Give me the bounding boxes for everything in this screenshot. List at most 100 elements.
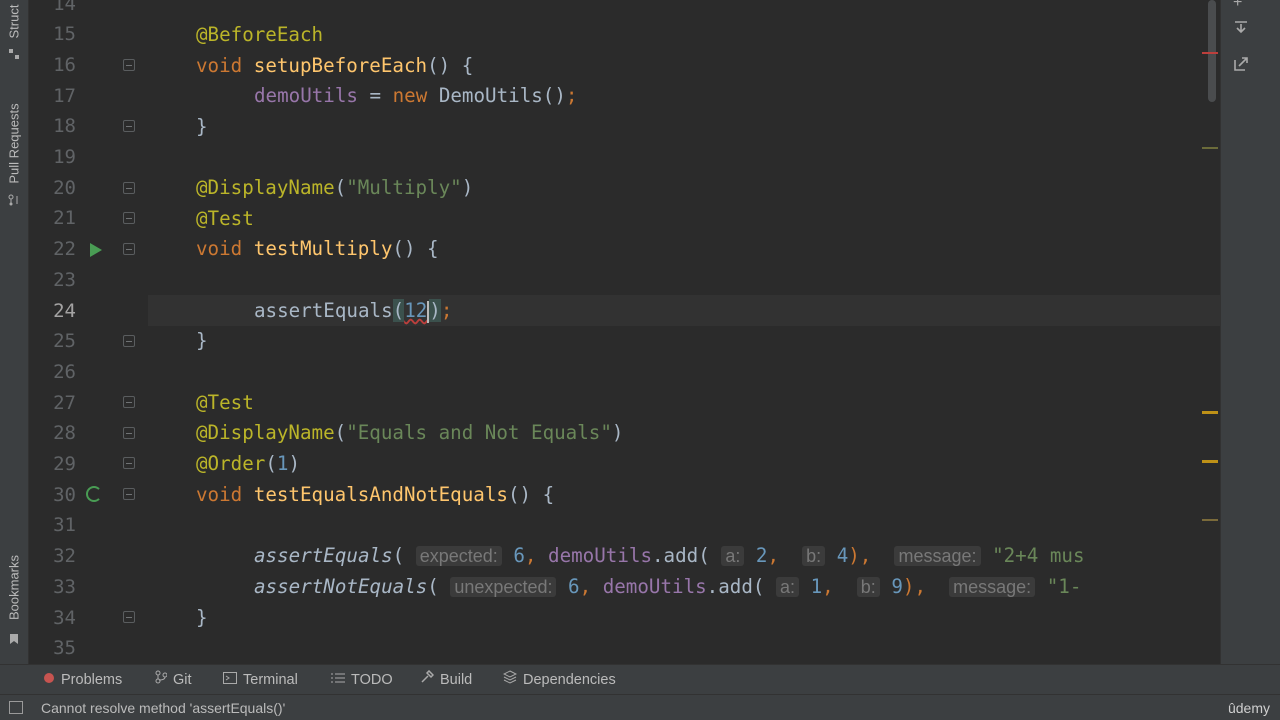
line-number: 22 [53,238,76,261]
param-hint: message: [894,546,981,566]
code-text: = [357,84,393,107]
code-line-29: @Order(1) [196,448,300,479]
fold-icon[interactable] [123,212,135,224]
fold-icon[interactable] [123,59,135,71]
fold-icon[interactable] [123,182,135,194]
toggle-tool-windows-icon[interactable] [9,701,23,714]
line-number: 31 [53,514,76,537]
code-line-24: assertEquals(12); [254,295,452,326]
run-test-icon[interactable] [90,243,102,257]
fold-icon[interactable] [123,396,135,408]
dependencies-icon [502,665,518,695]
warning-marker[interactable] [1202,460,1218,463]
right-tool-strip: + [1220,0,1280,664]
code-text: ( [334,421,347,444]
problems-tab[interactable]: Problems [43,665,122,695]
number: 4 [836,544,849,567]
line-number: 14 [53,0,76,15]
terminal-tab[interactable]: Terminal [223,665,298,695]
semicolon: ; [565,84,578,107]
line-number: 33 [53,575,76,598]
code-line-16: void setupBeforeEach() { [196,50,473,81]
line-number: 35 [53,637,76,660]
run-test-class-icon[interactable] [86,486,102,502]
line-number: 23 [53,268,76,291]
left-tool-strip: Struct Pull Requests Bookmarks [0,0,29,664]
fold-icon[interactable] [123,335,135,347]
line-number: 32 [53,545,76,568]
tool-window-label: TODO [351,672,393,688]
code-editor[interactable]: @BeforeEach void setupBeforeEach() { dem… [148,0,1220,664]
method-name: testMultiply [253,237,393,260]
string: "Equals and Not Equals" [346,421,612,444]
line-number: 25 [53,330,76,353]
tool-window-label: Dependencies [523,672,616,688]
code-line-30: void testEqualsAndNotEquals() { [196,479,554,510]
fold-icon[interactable] [123,611,135,623]
todo-tab[interactable]: TODO [331,665,393,695]
tool-window-label: Git [173,672,192,688]
param-hint: message: [949,577,1036,597]
structure-tab[interactable]: Struct [0,0,29,60]
code-line-15: @BeforeEach [196,19,323,50]
add-icon[interactable]: + [1233,0,1242,12]
warning-marker[interactable] [1202,519,1218,521]
fold-icon[interactable] [123,243,135,255]
build-tab[interactable]: Build [420,665,472,695]
fold-icon[interactable] [123,427,135,439]
pull-requests-tab[interactable]: Pull Requests [0,90,29,210]
code-text: ( [265,452,277,475]
git-tab[interactable]: Git [155,665,192,695]
line-number: 26 [53,360,76,383]
line-number: 21 [53,207,76,230]
method-name: setupBeforeEach [253,54,428,77]
semicolon: ; [440,299,453,322]
tool-window-label: Terminal [243,672,298,688]
param-hint: a: [721,546,745,566]
tool-window-label: Problems [61,672,123,688]
method-call: assertEquals [254,544,393,567]
todo-icon [331,665,345,695]
fold-icon[interactable] [123,457,135,469]
line-number: 18 [53,115,76,138]
code-line-22: void testMultiply() { [196,233,439,264]
code-text: } [196,329,208,352]
dependencies-tab[interactable]: Dependencies [502,665,616,695]
fold-icon[interactable] [123,120,135,132]
bookmarks-tab[interactable]: Bookmarks [0,545,29,650]
line-number: 30 [53,483,76,506]
code-text: () { [507,483,555,506]
code-line-18: } [196,111,208,142]
code-line-17: demoUtils = new DemoUtils(); [254,80,577,111]
line-number: 24 [53,299,76,322]
code-text: DemoUtils() [427,84,566,107]
code-text: ( [392,544,416,567]
keyword: void [196,483,243,506]
code-line-21: @Test [196,203,254,234]
vertical-scrollbar[interactable] [1208,0,1216,102]
paren: ( [392,299,405,322]
annotation: @BeforeEach [196,23,324,46]
line-number: 17 [53,84,76,107]
code-text: ) [288,452,300,475]
number: 2 [755,544,768,567]
download-icon[interactable] [1233,20,1249,41]
build-icon [420,665,435,695]
keyword: void [196,237,243,260]
tool-windows-bar: Problems Git Terminal TODO Build Depende… [0,664,1280,694]
param-hint: unexpected: [450,577,557,597]
code-text: () { [427,54,474,77]
param-hint: b: [802,546,826,566]
warning-marker[interactable] [1202,147,1218,149]
fold-icon[interactable] [123,488,135,500]
structure-tab-label: Struct [6,4,22,39]
warning-marker[interactable] [1202,411,1218,414]
field: demoUtils [254,84,358,107]
error-marker[interactable] [1202,52,1218,54]
paren: ) [429,299,441,322]
code-text: ) [461,176,474,199]
line-number: 27 [53,391,76,414]
annotation: @DisplayName [196,421,335,444]
code-text: () { [392,237,439,260]
open-external-icon[interactable] [1233,56,1249,77]
